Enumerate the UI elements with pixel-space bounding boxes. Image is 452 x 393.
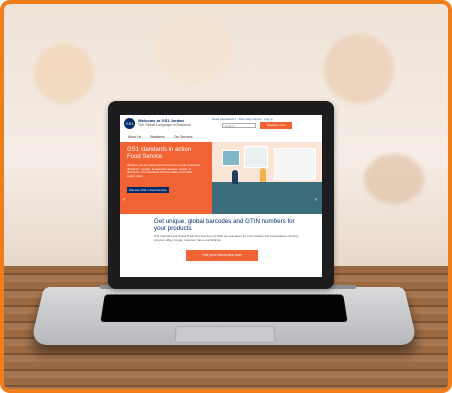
hero-button[interactable]: Discover GS1 in Food Service xyxy=(127,187,169,193)
nav-item-services[interactable]: Our Services xyxy=(174,135,192,139)
chevron-left-icon[interactable]: ‹ xyxy=(123,197,125,203)
illustration-window xyxy=(244,146,268,168)
gs1-logo[interactable]: GS1 xyxy=(124,118,135,129)
search-input[interactable]: Search xyxy=(222,123,256,128)
top-links[interactable]: Need Assistance? · GS1 Help Centre · Log… xyxy=(212,117,272,121)
background-bokeh xyxy=(34,44,94,104)
website-screen: GS1 Welcome to GS1 Jordan The Global Lan… xyxy=(120,115,322,277)
site-tagline: The Global Language of Business xyxy=(138,123,191,127)
main-body: GS1 barcodes and Global Trade Item Numbe… xyxy=(154,234,299,242)
background-bokeh xyxy=(154,14,234,84)
illustration-person xyxy=(232,170,238,184)
laptop-base xyxy=(29,287,419,345)
photo-frame: GS1 Welcome to GS1 Jordan The Global Lan… xyxy=(0,0,452,393)
illustration-window xyxy=(274,148,316,180)
get-barcodes-button[interactable]: Get your barcodes now xyxy=(186,250,258,261)
illustration-window xyxy=(222,150,240,166)
keyboard xyxy=(100,294,348,322)
laptop-screen-bezel: GS1 Welcome to GS1 Jordan The Global Lan… xyxy=(108,101,334,289)
nav-item-standards[interactable]: Standards xyxy=(150,135,165,139)
illustration-person xyxy=(260,168,266,182)
hero-banner: GS1 standards in action Food Service Whe… xyxy=(120,142,322,214)
site-header: GS1 Welcome to GS1 Jordan The Global Lan… xyxy=(120,115,322,134)
chevron-right-icon[interactable]: › xyxy=(315,197,317,203)
register-button[interactable]: Register now xyxy=(260,122,292,129)
illustration-counter xyxy=(212,182,322,214)
nav-item-about[interactable]: About Us xyxy=(128,135,141,139)
background-bokeh xyxy=(364,154,424,204)
food-service-illustration xyxy=(212,142,322,214)
background-bokeh xyxy=(324,34,394,104)
main-headline: Get unique, global barcodes and GTIN num… xyxy=(154,218,295,232)
hero-title: GS1 standards in action Food Service xyxy=(127,147,192,160)
hero-body: Whether you are delivering food items to… xyxy=(127,163,201,178)
trackpad xyxy=(174,326,276,343)
